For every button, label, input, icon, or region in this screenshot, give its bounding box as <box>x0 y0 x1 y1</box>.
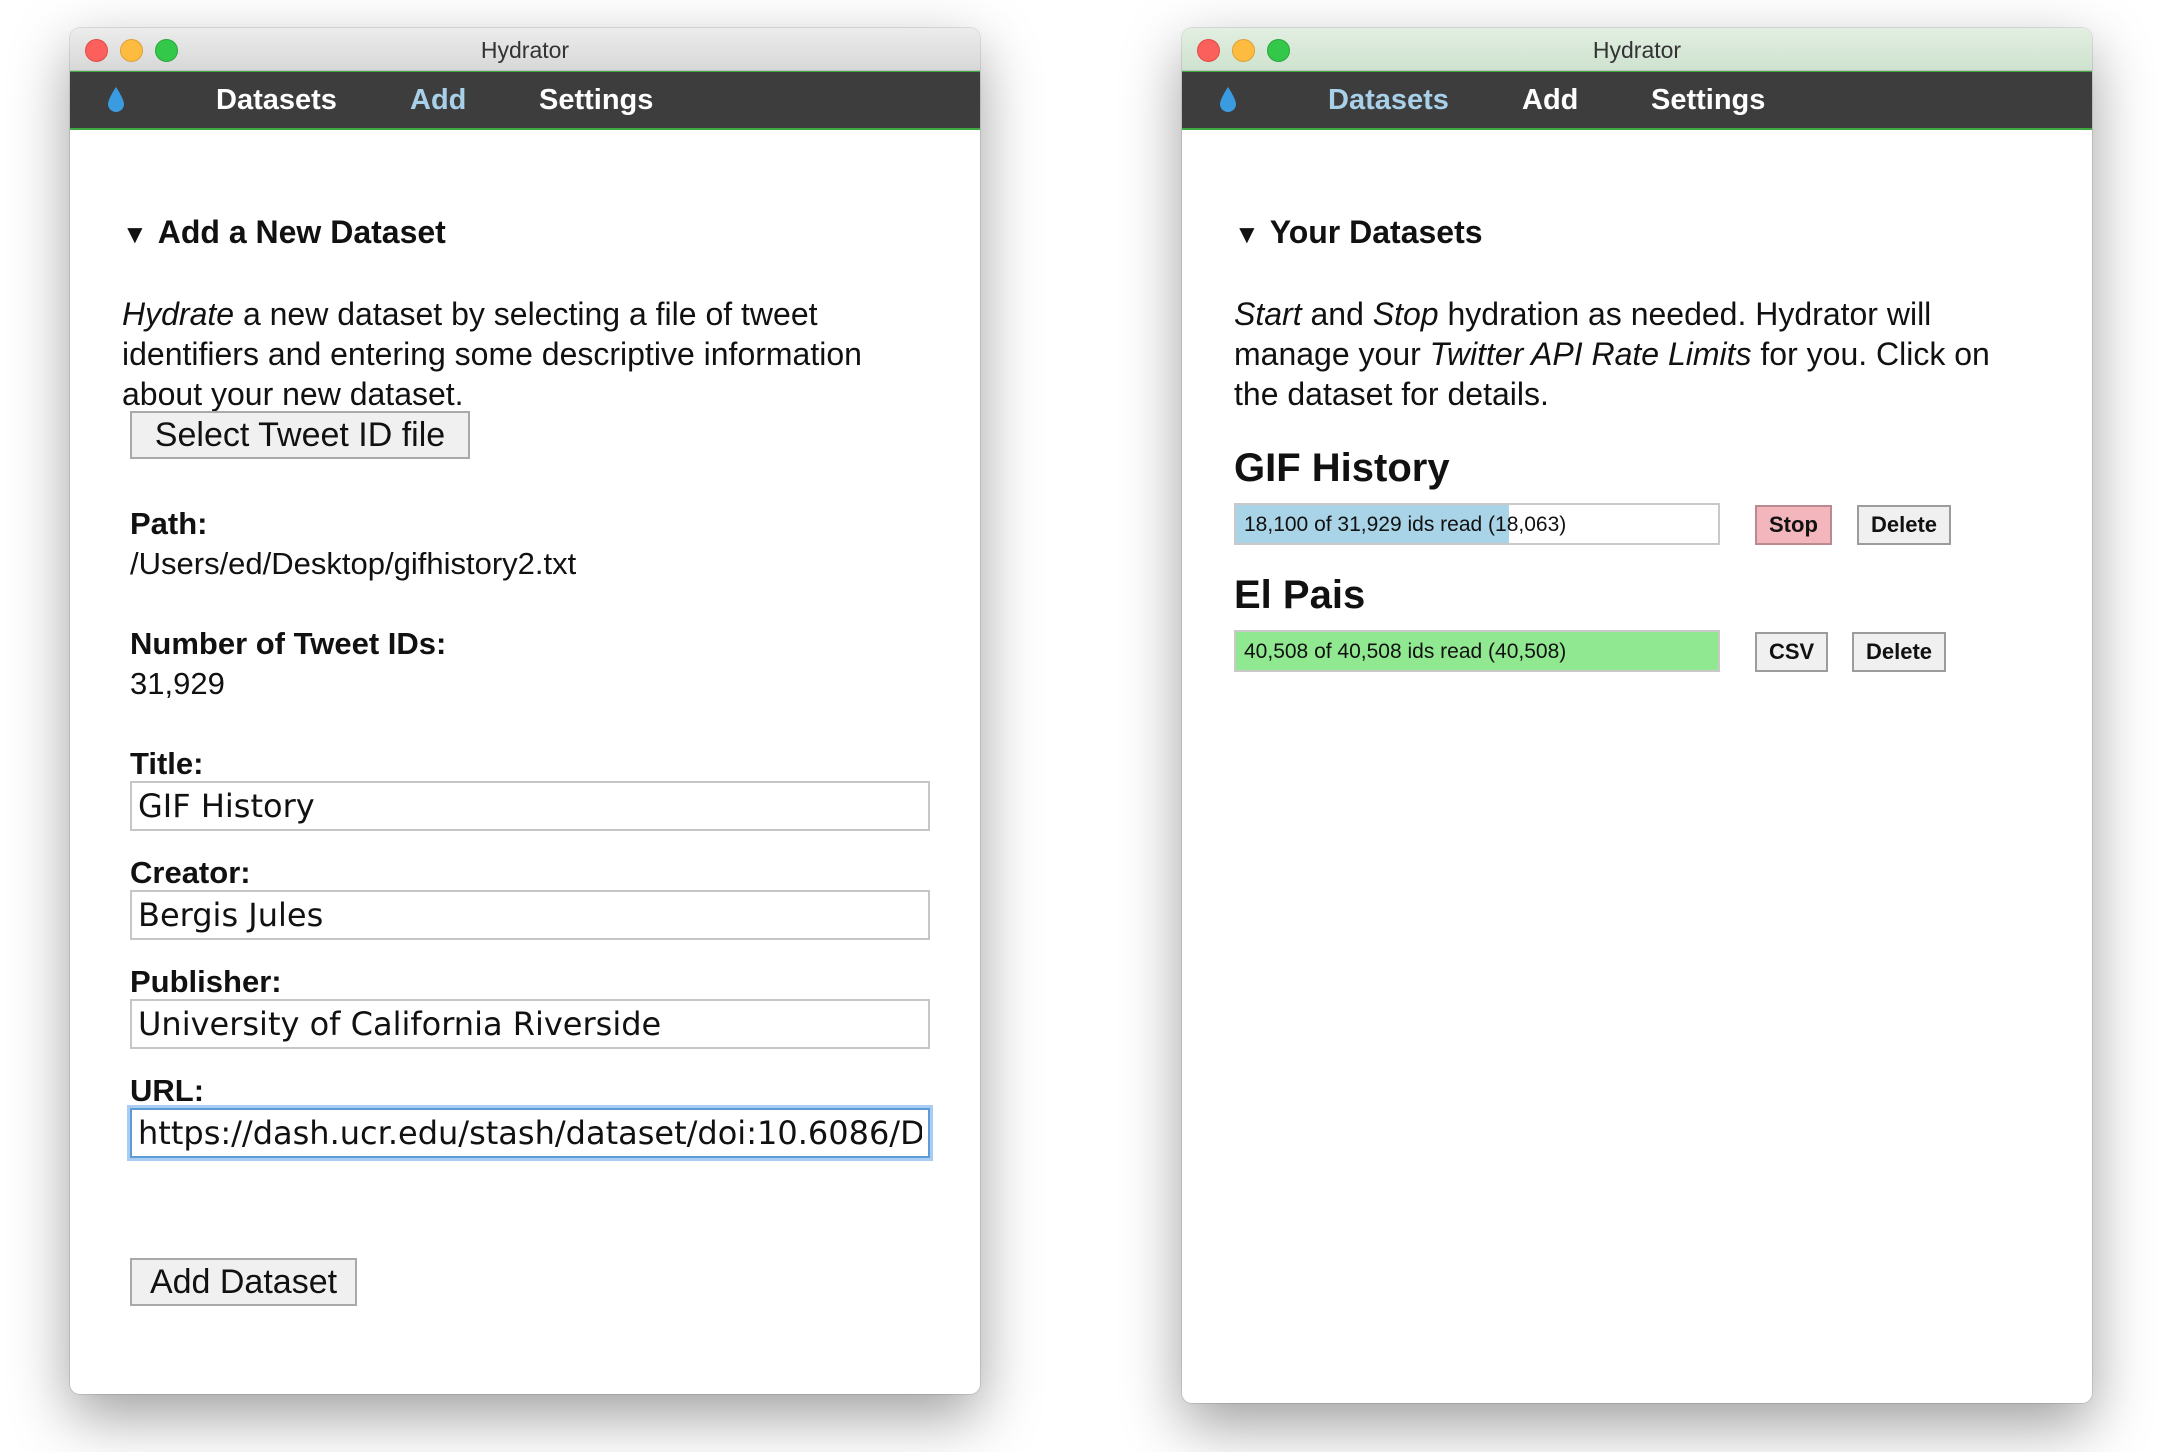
description-text: and <box>1301 296 1373 332</box>
nav-datasets[interactable]: Datasets <box>1328 72 1449 128</box>
description-emphasis: Twitter API Rate Limits <box>1429 336 1752 372</box>
add-dataset-window: Hydrator Datasets Add Settings ▼ Add a Ne… <box>70 28 980 1394</box>
add-dataset-button[interactable]: Add Dataset <box>130 1258 357 1306</box>
description-text: for you. Click on <box>1751 336 1990 372</box>
description-line: about your new dataset. <box>122 376 464 412</box>
zoom-window-button[interactable] <box>1267 39 1290 62</box>
description: Hydrate a new dataset by selecting a fil… <box>122 294 862 414</box>
section-title: Add a New Dataset <box>157 214 446 250</box>
delete-button[interactable]: Delete <box>1852 632 1947 672</box>
water-drop-icon[interactable] <box>1218 86 1238 119</box>
datasets-window: Hydrator Datasets Add Settings ▼ Your Dat… <box>1182 28 2092 1403</box>
navbar: Datasets Add Settings <box>1182 71 2092 130</box>
description-text: manage your <box>1234 336 1430 372</box>
select-tweet-id-file-button[interactable]: Select Tweet ID file <box>130 411 470 459</box>
stop-button[interactable]: Stop <box>1755 505 1832 545</box>
url-label: URL: <box>130 1073 205 1108</box>
description-text: a new dataset by selecting a file of twe… <box>234 296 818 332</box>
window-title: Hydrator <box>1592 37 1682 63</box>
csv-button[interactable]: CSV <box>1755 632 1829 672</box>
water-drop-icon[interactable] <box>106 86 126 119</box>
description-emphasis: Hydrate <box>122 296 235 332</box>
progress-bar: 40,508 of 40,508 ids read (40,508) <box>1234 630 1720 672</box>
creator-label: Creator: <box>130 855 251 890</box>
creator-input[interactable] <box>130 890 930 940</box>
publisher-input[interactable] <box>130 999 930 1049</box>
path-value: /Users/ed/Desktop/gifhistory2.txt <box>130 546 577 581</box>
window-title: Hydrator <box>480 37 570 63</box>
close-window-button[interactable] <box>1197 39 1220 62</box>
publisher-label: Publisher: <box>130 964 282 999</box>
minimize-window-button[interactable] <box>1232 39 1255 62</box>
section-header[interactable]: ▼ Your Datasets <box>1234 214 1483 251</box>
titlebar: Hydrator <box>70 28 980 71</box>
description: Start and Stop hydration as needed. Hydr… <box>1234 294 1990 414</box>
tweet-count-value: 31,929 <box>130 666 225 701</box>
title-input[interactable] <box>130 781 930 831</box>
window-controls <box>1197 39 1290 62</box>
disclosure-triangle-icon: ▼ <box>122 219 148 249</box>
minimize-window-button[interactable] <box>120 39 143 62</box>
progress-bar: 18,100 of 31,929 ids read (18,063) <box>1234 503 1720 545</box>
dataset-title-link[interactable]: El Pais <box>1234 573 1365 618</box>
section-title: Your Datasets <box>1269 214 1483 250</box>
path-label: Path: <box>130 506 208 541</box>
tweet-count-label: Number of Tweet IDs: <box>130 626 447 661</box>
zoom-window-button[interactable] <box>155 39 178 62</box>
progress-text: 18,100 of 31,929 ids read (18,063) <box>1244 513 1567 536</box>
description-emphasis: Stop <box>1372 296 1439 332</box>
titlebar: Hydrator <box>1182 28 2092 71</box>
nav-settings[interactable]: Settings <box>539 72 653 128</box>
nav-add[interactable]: Add <box>410 72 466 128</box>
window-controls <box>85 39 178 62</box>
section-header[interactable]: ▼ Add a New Dataset <box>122 214 446 251</box>
dataset-title-link[interactable]: GIF History <box>1234 446 1450 491</box>
disclosure-triangle-icon: ▼ <box>1234 219 1260 249</box>
description-text: hydration as needed. Hydrator will <box>1438 296 1932 332</box>
nav-datasets[interactable]: Datasets <box>216 72 337 128</box>
description-emphasis: Start <box>1234 296 1302 332</box>
description-line: the dataset for details. <box>1234 376 1549 412</box>
nav-settings[interactable]: Settings <box>1651 72 1765 128</box>
url-input[interactable] <box>130 1108 930 1158</box>
delete-button[interactable]: Delete <box>1857 505 1952 545</box>
progress-text: 40,508 of 40,508 ids read (40,508) <box>1244 640 1567 663</box>
description-line: identifiers and entering some descriptiv… <box>122 336 862 372</box>
nav-add[interactable]: Add <box>1522 72 1578 128</box>
title-label: Title: <box>130 746 204 781</box>
close-window-button[interactable] <box>85 39 108 62</box>
navbar: Datasets Add Settings <box>70 71 980 130</box>
